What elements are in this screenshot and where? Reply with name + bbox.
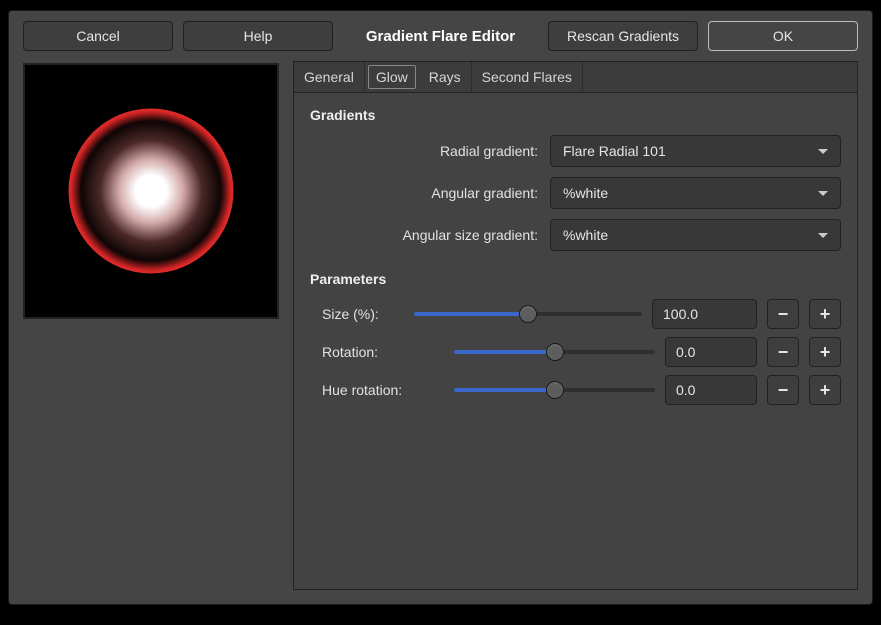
ok-button-label: OK: [773, 28, 793, 44]
angular-size-gradient-label: Angular size gradient:: [310, 227, 550, 243]
dialog-content: General Glow Rays Second Flares Gradient…: [9, 59, 872, 604]
hue-decrement-button[interactable]: −: [767, 375, 799, 405]
angular-gradient-value: %white: [563, 185, 608, 201]
size-slider[interactable]: [414, 299, 642, 329]
angular-gradient-row: Angular gradient: %white: [310, 177, 841, 209]
rotation-value: 0.0: [676, 344, 695, 360]
rotation-param-row: Rotation: 0.0 − +: [310, 337, 841, 367]
slider-thumb[interactable]: [546, 381, 564, 399]
plus-icon: +: [820, 304, 831, 325]
size-input[interactable]: 100.0: [652, 299, 757, 329]
tab-second-flares[interactable]: Second Flares: [472, 62, 583, 92]
slider-fill: [454, 350, 555, 354]
rotation-decrement-button[interactable]: −: [767, 337, 799, 367]
help-button[interactable]: Help: [183, 21, 333, 51]
parameters-section-title: Parameters: [310, 271, 841, 287]
rotation-increment-button[interactable]: +: [809, 337, 841, 367]
minus-icon: −: [778, 342, 789, 363]
top-button-bar: Cancel Help Gradient Flare Editor Rescan…: [9, 11, 872, 59]
size-increment-button[interactable]: +: [809, 299, 841, 329]
slider-thumb[interactable]: [519, 305, 537, 323]
size-decrement-button[interactable]: −: [767, 299, 799, 329]
tab-bar: General Glow Rays Second Flares: [293, 61, 858, 92]
size-param-row: Size (%): 100.0 − +: [310, 299, 841, 329]
rotation-input[interactable]: 0.0: [665, 337, 757, 367]
size-label: Size (%):: [310, 306, 404, 322]
angular-size-gradient-row: Angular size gradient: %white: [310, 219, 841, 251]
rescan-button-label: Rescan Gradients: [567, 28, 679, 44]
tab-glow[interactable]: Glow: [368, 65, 416, 89]
chevron-down-icon: [818, 191, 828, 196]
chevron-down-icon: [818, 233, 828, 238]
hue-rotation-slider[interactable]: [454, 375, 655, 405]
slider-thumb[interactable]: [546, 343, 564, 361]
minus-icon: −: [778, 380, 789, 401]
size-value: 100.0: [663, 306, 698, 322]
gradient-flare-editor-dialog: Cancel Help Gradient Flare Editor Rescan…: [8, 10, 873, 605]
slider-track: [454, 388, 655, 392]
angular-gradient-label: Angular gradient:: [310, 185, 550, 201]
slider-track: [414, 312, 642, 316]
rotation-slider[interactable]: [454, 337, 655, 367]
angular-size-gradient-value: %white: [563, 227, 608, 243]
radial-gradient-row: Radial gradient: Flare Radial 101: [310, 135, 841, 167]
ok-button[interactable]: OK: [708, 21, 858, 51]
hue-rotation-input[interactable]: 0.0: [665, 375, 757, 405]
hue-increment-button[interactable]: +: [809, 375, 841, 405]
hue-rotation-param-row: Hue rotation: 0.0 − +: [310, 375, 841, 405]
plus-icon: +: [820, 342, 831, 363]
plus-icon: +: [820, 380, 831, 401]
tab-general[interactable]: General: [294, 62, 365, 92]
settings-panel: Gradients Radial gradient: Flare Radial …: [293, 92, 858, 590]
rescan-gradients-button[interactable]: Rescan Gradients: [548, 21, 698, 51]
minus-icon: −: [778, 304, 789, 325]
rotation-label: Rotation:: [310, 344, 404, 360]
preview-column: [23, 61, 279, 590]
slider-fill: [414, 312, 528, 316]
tab-rays-label: Rays: [429, 69, 461, 85]
gradients-section-title: Gradients: [310, 107, 841, 123]
flare-ring-graphic: [69, 109, 234, 274]
radial-gradient-select[interactable]: Flare Radial 101: [550, 135, 841, 167]
hue-rotation-value: 0.0: [676, 382, 695, 398]
help-button-label: Help: [244, 28, 273, 44]
cancel-button-label: Cancel: [76, 28, 120, 44]
angular-size-gradient-select[interactable]: %white: [550, 219, 841, 251]
chevron-down-icon: [818, 149, 828, 154]
tab-general-label: General: [304, 69, 354, 85]
cancel-button[interactable]: Cancel: [23, 21, 173, 51]
slider-track: [454, 350, 655, 354]
hue-rotation-label: Hue rotation:: [310, 382, 422, 398]
radial-gradient-label: Radial gradient:: [310, 143, 550, 159]
dialog-title: Gradient Flare Editor: [343, 28, 538, 45]
settings-column: General Glow Rays Second Flares Gradient…: [293, 61, 858, 590]
tab-second-flares-label: Second Flares: [482, 69, 572, 85]
radial-gradient-value: Flare Radial 101: [563, 143, 666, 159]
slider-fill: [454, 388, 555, 392]
flare-preview: [23, 63, 279, 319]
tab-rays[interactable]: Rays: [419, 62, 472, 92]
tab-glow-label: Glow: [376, 69, 408, 85]
angular-gradient-select[interactable]: %white: [550, 177, 841, 209]
